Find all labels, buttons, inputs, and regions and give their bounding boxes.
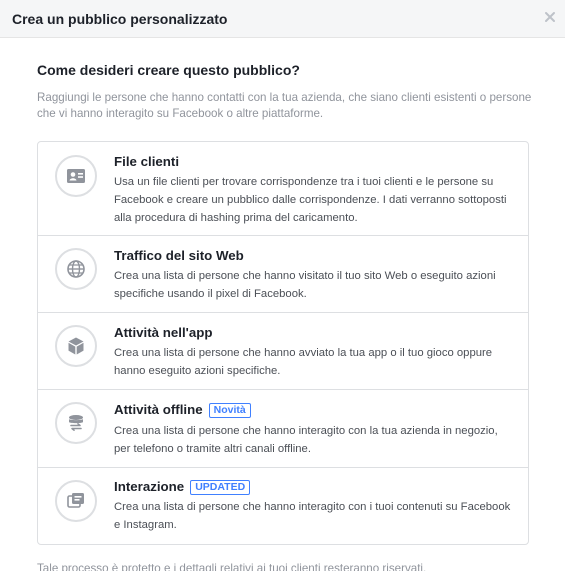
option-app-activity[interactable]: Attività nell'app Crea una lista di pers… (38, 312, 528, 389)
option-title-text: Interazione (114, 479, 185, 494)
section-question: Come desideri creare questo pubblico? (37, 62, 300, 78)
option-description: Crea una lista di persone che hanno visi… (114, 270, 496, 300)
dialog-header: Crea un pubblico personalizzato (0, 0, 565, 38)
close-icon[interactable] (543, 10, 557, 24)
option-description: Crea una lista di persone che hanno avvi… (114, 347, 493, 377)
option-website-traffic[interactable]: Traffico del sito Web Crea una lista di … (38, 235, 528, 312)
dialog-title: Crea un pubblico personalizzato (12, 11, 228, 27)
option-description: Crea una lista di persone che hanno inte… (114, 425, 498, 455)
audience-options-list: File clienti Usa un file clienti per tro… (37, 141, 529, 545)
globe-icon (55, 248, 97, 290)
privacy-note: Tale processo è protetto e i dettagli re… (37, 562, 427, 571)
engagement-pages-icon (55, 480, 97, 522)
updated-badge: UPDATED (190, 480, 251, 495)
option-title: Traffico del sito Web (114, 248, 244, 263)
new-badge: Novità (208, 403, 251, 418)
database-sync-icon (55, 402, 97, 444)
contact-card-icon (55, 155, 97, 197)
option-title: Attività offline Novità (114, 402, 251, 418)
option-description: Crea una lista di persone che hanno inte… (114, 501, 511, 531)
intro-text: Raggiungi le persone che hanno contatti … (37, 91, 532, 120)
close-button[interactable] (543, 10, 557, 24)
option-title: File clienti (114, 154, 180, 169)
option-description: Usa un file clienti per trovare corrispo… (114, 176, 507, 224)
option-offline-activity[interactable]: Attività offline Novità Crea una lista di… (38, 389, 528, 467)
option-title: Attività nell'app (114, 325, 213, 340)
cube-icon (55, 325, 97, 367)
option-title: Interazione UPDATED (114, 479, 251, 495)
option-engagement[interactable]: Interazione UPDATED Crea una lista di per… (38, 467, 528, 544)
option-title-text: Attività offline (114, 402, 203, 417)
option-customer-file[interactable]: File clienti Usa un file clienti per tro… (38, 142, 528, 235)
